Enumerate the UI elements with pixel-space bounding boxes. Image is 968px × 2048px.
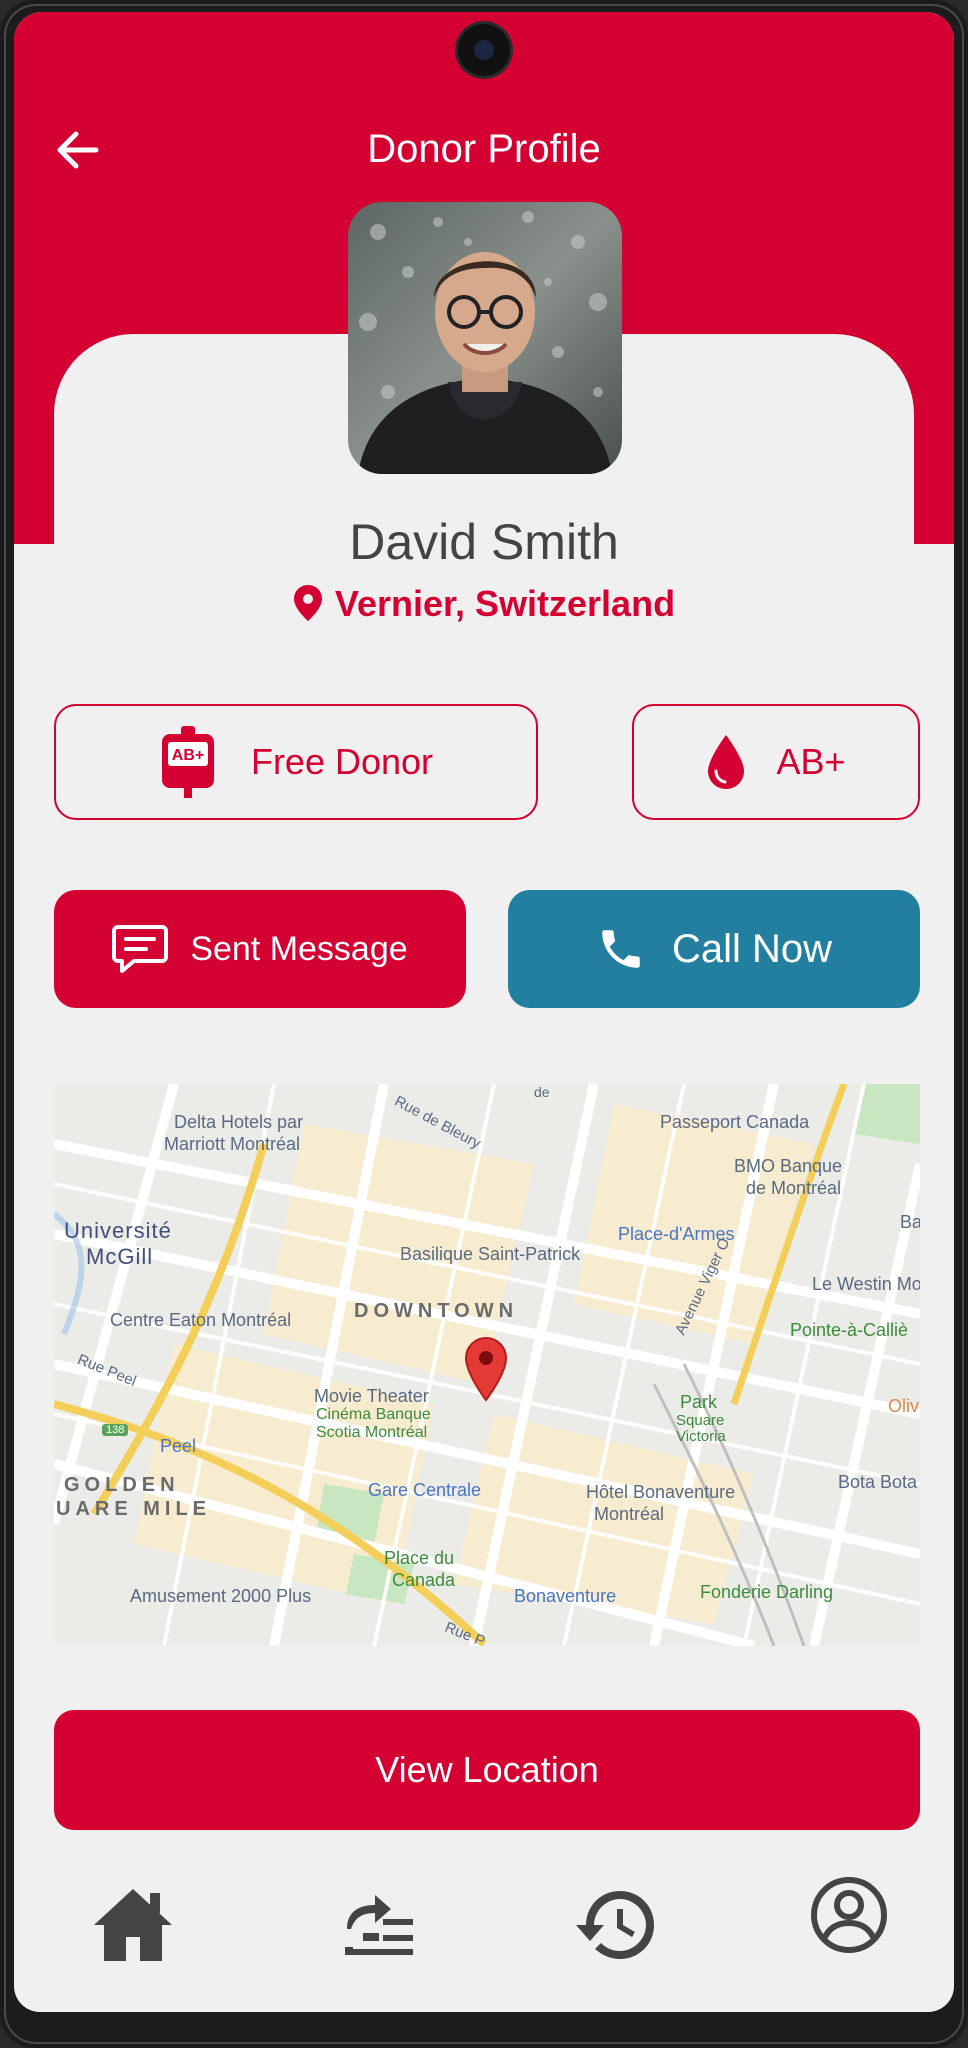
map-label: Passeport Canada [660,1112,810,1132]
requests-icon [345,1895,413,1955]
map-label: Montréal [594,1504,665,1524]
map-label: GOLDEN [64,1474,180,1496]
donor-location: Vernier, Switzerland [14,580,954,628]
map-label: Fonderie Darling [700,1582,834,1602]
front-camera [458,24,510,76]
profile-icon [811,1877,887,1953]
map-label: Université [64,1218,172,1243]
donor-type-label: Free Donor [250,741,434,782]
location-text: Vernier, Switzerland [334,583,676,624]
page-title: Donor Profile [367,127,601,171]
view-location-button[interactable]: View Location [54,1710,920,1830]
send-message-label: Sent Message [190,929,408,968]
map-label: Ba [900,1212,920,1232]
map-label: Basilique Saint-Patrick [400,1244,581,1264]
map-label: DOWNTOWN [354,1300,519,1322]
map-label: Canada [392,1570,456,1590]
map-label: Oliv [888,1396,919,1416]
map-label: Victoria [676,1428,726,1445]
map-label: Pointe-à-Calliè [790,1320,909,1340]
map-label: Square [676,1412,725,1429]
donor-type-badge[interactable]: AB+ Free Donor [54,704,538,820]
map-label: Park [680,1392,718,1412]
map-label: Marriott Montréal [164,1134,301,1154]
map-label: Bota Bota [838,1472,918,1492]
map-label: McGill [86,1244,154,1269]
call-now-label: Call Now [671,926,833,971]
screen: Donor Profile David Smith Vernier, Switz… [14,12,954,2012]
nav-requests[interactable] [334,1880,424,1970]
blood-bag-icon: AB+ [161,726,214,798]
map-label: Scotia Montréal [316,1424,428,1441]
map-label: Movie Theater [314,1386,429,1406]
map-label: Le Westin Mont [812,1274,920,1294]
send-message-button[interactable]: Sent Message [54,890,466,1008]
phone-icon [602,930,640,968]
nav-home[interactable] [88,1880,178,1970]
call-now-button[interactable]: Call Now [508,890,920,1008]
map-label: Cinéma Banque [316,1406,431,1423]
blood-drop-icon [708,735,745,789]
map-label: Hôtel Bonaventure [586,1482,736,1502]
map-label: Amusement 2000 Plus [130,1586,312,1606]
map-label: Peel [160,1436,197,1456]
map-label: Delta Hotels par [174,1112,304,1132]
history-icon [576,1891,654,1959]
nav-history[interactable] [570,1880,660,1970]
blood-group-badge[interactable]: AB+ [632,704,920,820]
map-label: Centre Eaton Montréal [110,1310,292,1330]
map-label: Bonaventure [514,1586,617,1606]
home-icon [94,1889,172,1961]
nav-profile[interactable] [804,1870,894,1960]
map-marker-icon[interactable] [464,1336,508,1402]
map-label: UARE MILE [56,1498,211,1520]
highway-badge: 138 [102,1424,129,1436]
map-view[interactable]: Delta Hotels par Marriott Montréal Passe… [54,1084,920,1646]
message-icon [112,925,169,973]
location-pin-icon [293,585,322,621]
map-label: de Montréal [746,1178,842,1198]
avatar [348,202,622,474]
bag-label: AB+ [172,747,204,764]
blood-group-label: AB+ [776,741,846,782]
donor-name: David Smith [349,514,619,570]
map-label: Place du [384,1548,455,1568]
map-label: BMO Banque [734,1156,843,1176]
map-label: de [534,1084,550,1100]
map-label: Gare Centrale [368,1480,482,1500]
